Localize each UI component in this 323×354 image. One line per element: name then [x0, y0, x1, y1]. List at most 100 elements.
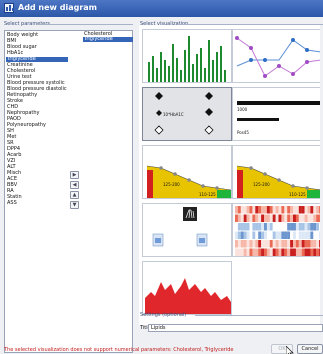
heatmap-cell: [272, 223, 276, 231]
heatmap-cell: [310, 240, 314, 248]
heatmap-cell: [264, 240, 267, 248]
heatmap-cell: [301, 231, 305, 239]
heatmap-cell: [287, 223, 291, 231]
param-list-item[interactable]: Polyneuropathy: [6, 123, 68, 128]
heatmap-cell: [240, 248, 244, 256]
heatmap-cell: [316, 206, 320, 214]
viz-image-thumb[interactable]: [142, 203, 232, 257]
heatmap-cell: [278, 231, 282, 239]
heatmap-cell: [281, 214, 285, 222]
heatmap-cell: [278, 206, 282, 214]
param-list-item[interactable]: Met: [6, 135, 68, 140]
param-list-item[interactable]: Acarb: [6, 153, 68, 158]
heatmap-cell: [295, 206, 299, 214]
heatmap-cell: [304, 231, 308, 239]
heatmap-cell: [293, 248, 296, 256]
heatmap-cell: [316, 214, 320, 222]
heatmap-cell: [307, 231, 311, 239]
viz-area-range-2-thumb[interactable]: 125-200 110-125: [232, 145, 320, 199]
heatmap-cell: [272, 240, 276, 248]
heatmap-cell: [264, 231, 267, 239]
area-range-2-caption-1: 125-200: [253, 182, 270, 187]
heatmap-cell: [275, 206, 279, 214]
heatmap-cell: [278, 240, 282, 248]
selected-param-item[interactable]: Triglyceride: [83, 37, 133, 42]
heatmap-cell: [246, 206, 250, 214]
heatmap-cell: [261, 248, 265, 256]
heatmap-cell: [266, 206, 270, 214]
viz-symbol-chart-thumb[interactable]: 10*HbA1C: [142, 87, 232, 141]
viz-area-range-thumb[interactable]: 125-200 110-125: [142, 145, 232, 199]
heatmap-cell: [272, 248, 276, 256]
area-range-2-caption-2: 110-125: [289, 192, 306, 197]
heatmap-cell: [235, 214, 238, 222]
heatmap-cell: [272, 214, 276, 222]
heatmap-cell: [240, 206, 244, 214]
viz-line-chart-thumb[interactable]: [232, 29, 320, 83]
heatmap-cell: [319, 206, 320, 214]
heatmap-cell: [258, 214, 262, 222]
heatmap-cell: [246, 240, 250, 248]
heatmap-cell: [272, 206, 276, 214]
heatmap-cell: [278, 248, 282, 256]
heatmap-cell: [319, 214, 320, 222]
heatmap-cell: [246, 248, 250, 256]
heatmap-cell: [237, 223, 241, 231]
viz-area-chart-thumb[interactable]: [142, 261, 232, 315]
viz-bar-chart-thumb[interactable]: [142, 29, 232, 83]
heatmap-cell: [252, 206, 256, 214]
heatmap-cell: [284, 214, 288, 222]
heatmap-cell: [240, 240, 244, 248]
heatmap-cell: [275, 248, 279, 256]
heatmap-cell: [298, 248, 302, 256]
param-list-item[interactable]: ASS: [6, 201, 68, 206]
heatmap-cell: [266, 231, 270, 239]
heatmap-cell: [319, 231, 320, 239]
move-up-button[interactable]: ▲: [70, 191, 79, 199]
heatmap-cell: [255, 248, 259, 256]
heatmap-cell: [307, 223, 311, 231]
line-chart-icon: [235, 36, 320, 78]
heatmap-cell: [313, 240, 317, 248]
heatmap-cell: [237, 231, 241, 239]
heatmap-cell: [246, 223, 250, 231]
heatmap-cell: [307, 240, 311, 248]
heatmap-cell: [249, 206, 253, 214]
heatmap-cell: [304, 223, 308, 231]
heatmap-cell: [290, 240, 294, 248]
heatmap-cell: [301, 240, 305, 248]
selected-params-list[interactable]: Cholesterol Triglyceride: [83, 32, 133, 42]
heatmap-cell: [235, 248, 238, 256]
remove-param-button[interactable]: ◀: [70, 181, 79, 189]
heatmap-cell: [235, 231, 238, 239]
heatmap-cell: [266, 214, 270, 222]
heatmap-cell: [293, 240, 296, 248]
heatmap-cell: [290, 231, 294, 239]
heatmap-cell: [258, 248, 262, 256]
param-list-item[interactable]: BBV: [6, 183, 68, 188]
viz-range-chart-thumb[interactable]: 1000 Pos45: [232, 87, 320, 141]
heatmap-cell: [281, 231, 285, 239]
move-down-button[interactable]: ▼: [70, 201, 79, 209]
image-icon: [152, 207, 208, 247]
heatmap-cell: [284, 240, 288, 248]
heatmap-cell: [258, 206, 262, 214]
heatmap-cell: [278, 223, 282, 231]
title-input[interactable]: [148, 324, 323, 332]
heatmap-cell: [243, 206, 247, 214]
heatmap-cell: [243, 240, 247, 248]
range-caption-1: 1000: [237, 107, 248, 112]
heatmap-cell: [266, 223, 270, 231]
heatmap-cell: [301, 248, 305, 256]
add-param-button[interactable]: ▶: [70, 171, 79, 179]
chart-app-icon: [4, 3, 14, 13]
heatmap-cell: [275, 223, 279, 231]
heatmap-cell: [310, 206, 314, 214]
heatmap-cell: [307, 248, 311, 256]
viz-heatmap-thumb[interactable]: [232, 203, 320, 257]
heatmap-cell: [240, 231, 244, 239]
heatmap-cell: [293, 223, 296, 231]
cancel-button[interactable]: Cancel: [297, 344, 323, 354]
heatmap-cell: [278, 214, 282, 222]
status-message: The selected visualization does not supp…: [4, 347, 234, 353]
